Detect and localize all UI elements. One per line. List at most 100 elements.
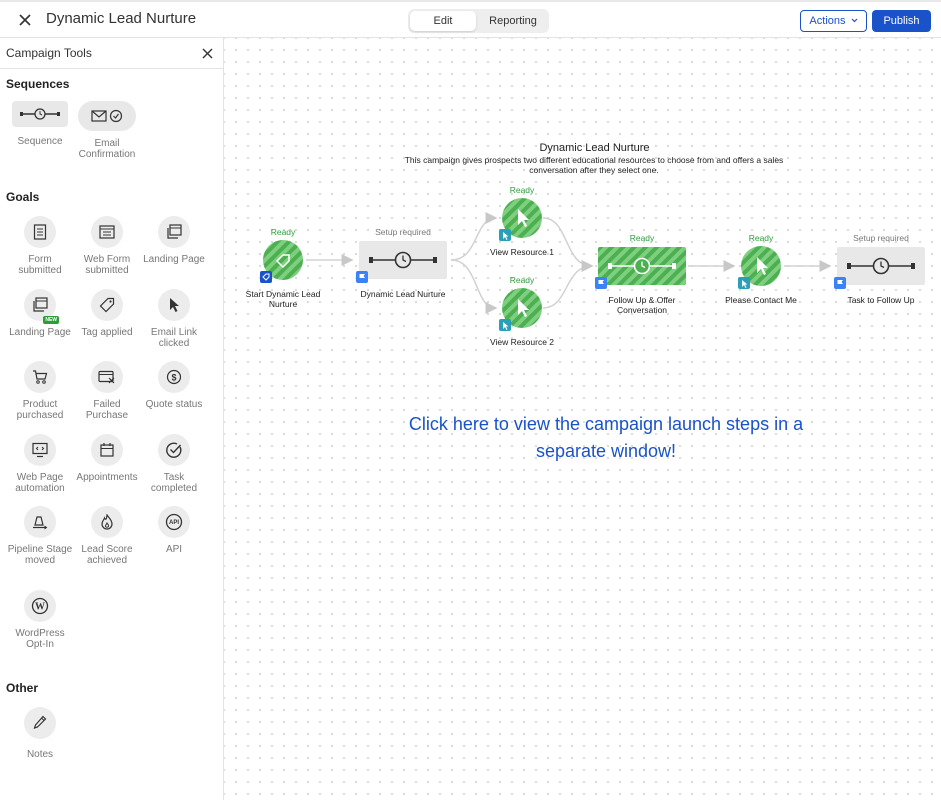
section-other: Other — [6, 681, 39, 695]
tab-reporting[interactable]: Reporting — [480, 11, 546, 31]
node-label: Start Dynamic Lead Nurture — [245, 289, 321, 309]
node-follow-up-offer-conversation[interactable] — [595, 247, 686, 289]
node-status: Setup required — [375, 227, 431, 237]
tool-quote-status[interactable]: $ Quote status — [141, 361, 207, 410]
node-status: Ready — [509, 275, 535, 285]
tool-email-link-clicked[interactable]: Email Link clicked — [141, 289, 207, 349]
tool-label: Web Form submitted — [83, 254, 131, 276]
tool-api[interactable]: API API — [141, 506, 207, 555]
node-status: Ready — [748, 233, 774, 243]
node-status: Ready — [629, 233, 655, 243]
form-icon — [33, 224, 47, 240]
connector — [542, 217, 594, 272]
failed-card-icon — [98, 370, 115, 384]
tool-label: API — [165, 544, 183, 555]
node-label: View Resource 1 — [489, 247, 555, 257]
sequence-pill — [12, 101, 68, 127]
tool-web-page-automation[interactable]: Web Page automation — [7, 434, 73, 494]
node-status: Setup required — [853, 233, 909, 243]
tool-appointments[interactable]: Appointments — [74, 434, 140, 483]
actions-button[interactable]: Actions — [800, 10, 867, 32]
tool-landing-page-new[interactable]: NEW Landing Page — [7, 289, 73, 338]
close-panel-icon[interactable] — [202, 48, 213, 59]
campaign-canvas[interactable]: Dynamic Lead Nurture This campaign gives… — [224, 38, 941, 800]
tool-label: Appointments — [76, 472, 138, 483]
node-view-resource-2[interactable] — [499, 288, 542, 331]
node-status: Ready — [509, 185, 535, 195]
tool-tag-applied[interactable]: Tag applied — [74, 289, 140, 338]
email-check-icon — [91, 109, 123, 123]
tool-circle — [24, 506, 56, 538]
tag-trigger-icon — [260, 271, 272, 283]
tool-product-purchased[interactable]: Product purchased — [7, 361, 73, 421]
tool-circle — [158, 289, 190, 321]
tool-task-completed[interactable]: Task completed — [141, 434, 207, 494]
node-please-contact-me[interactable] — [738, 246, 781, 289]
flow-diagram — [260, 198, 925, 331]
pencil-icon — [33, 715, 47, 729]
tool-circle — [24, 361, 56, 393]
tool-web-form-submitted[interactable]: Web Form submitted — [74, 216, 140, 276]
panel-header: Campaign Tools — [0, 38, 223, 69]
check-circle-icon — [166, 442, 182, 458]
clock-timeline-icon — [20, 108, 60, 120]
publish-button[interactable]: Publish — [872, 10, 931, 32]
tag-icon — [99, 297, 115, 313]
cursor-icon — [170, 298, 179, 312]
section-sequences: Sequences — [6, 77, 70, 91]
tool-lead-score-achieved[interactable]: Lead Score achieved — [74, 506, 140, 566]
node-task-to-follow-up[interactable] — [834, 247, 925, 289]
tab-edit[interactable]: Edit — [410, 11, 476, 31]
actions-label: Actions — [809, 15, 846, 27]
node-label: Task to Follow Up — [847, 295, 915, 305]
tool-label: Email Link clicked — [150, 327, 198, 349]
tool-landing-page[interactable]: Landing Page — [141, 216, 207, 265]
svg-text:$: $ — [171, 373, 176, 383]
tool-label: Lead Score achieved — [81, 544, 133, 566]
web-form-icon — [99, 225, 115, 239]
pipeline-icon — [33, 516, 48, 530]
chevron-down-icon — [851, 18, 857, 23]
tool-circle: NEW — [24, 289, 59, 324]
landing-page-icon — [167, 224, 182, 239]
tool-failed-purchase[interactable]: Failed Purchase — [74, 361, 140, 421]
tool-label: Task completed — [150, 472, 198, 494]
tool-label: Pipeline Stage moved — [7, 544, 73, 566]
tool-circle — [158, 434, 190, 466]
node-label: Please Contact Me — [725, 295, 797, 305]
node-start[interactable] — [260, 240, 303, 283]
tool-label: Quote status — [145, 399, 203, 410]
tool-pipeline-stage-moved[interactable]: Pipeline Stage moved — [7, 506, 73, 566]
tool-form-submitted[interactable]: Form submitted — [7, 216, 73, 276]
tool-label: Product purchased — [16, 399, 64, 421]
cart-icon — [33, 370, 48, 384]
tool-circle — [91, 289, 123, 321]
campaign-tools-panel: Campaign Tools Sequences Sequence Email … — [0, 38, 224, 800]
monitor-code-icon — [32, 442, 48, 458]
tool-circle — [91, 361, 123, 393]
tool-circle: W — [24, 590, 56, 622]
node-label: Dynamic Lead Nurture — [360, 289, 446, 299]
node-label: View Resource 2 — [489, 337, 555, 347]
tool-circle — [91, 506, 123, 538]
landing-page-new-icon — [33, 297, 48, 312]
launch-steps-link[interactable]: Click here to view the campaign launch s… — [374, 411, 838, 465]
tool-circle — [24, 707, 56, 739]
tool-notes[interactable]: Notes — [7, 707, 73, 760]
tool-email-confirmation[interactable]: Email Confirmation — [74, 101, 140, 160]
node-sequence-dynamic-lead-nurture[interactable] — [356, 241, 447, 283]
tool-label: Failed Purchase — [85, 399, 129, 421]
node-view-resource-1[interactable] — [499, 198, 542, 241]
calendar-icon — [100, 443, 114, 457]
flame-icon — [101, 514, 113, 530]
tool-circle: API — [158, 506, 190, 538]
tool-label: Form submitted — [18, 254, 62, 276]
tool-wordpress-opt-in[interactable]: W WordPress Opt-In — [7, 590, 73, 650]
tool-label: Web Page automation — [15, 472, 65, 494]
svg-text:W: W — [35, 602, 45, 613]
tool-label: Tag applied — [81, 327, 133, 338]
close-icon[interactable] — [16, 11, 34, 29]
tool-label: Landing Page — [143, 254, 205, 265]
app-title: Dynamic Lead Nurture — [46, 10, 197, 27]
tool-sequence[interactable]: Sequence — [7, 101, 73, 147]
